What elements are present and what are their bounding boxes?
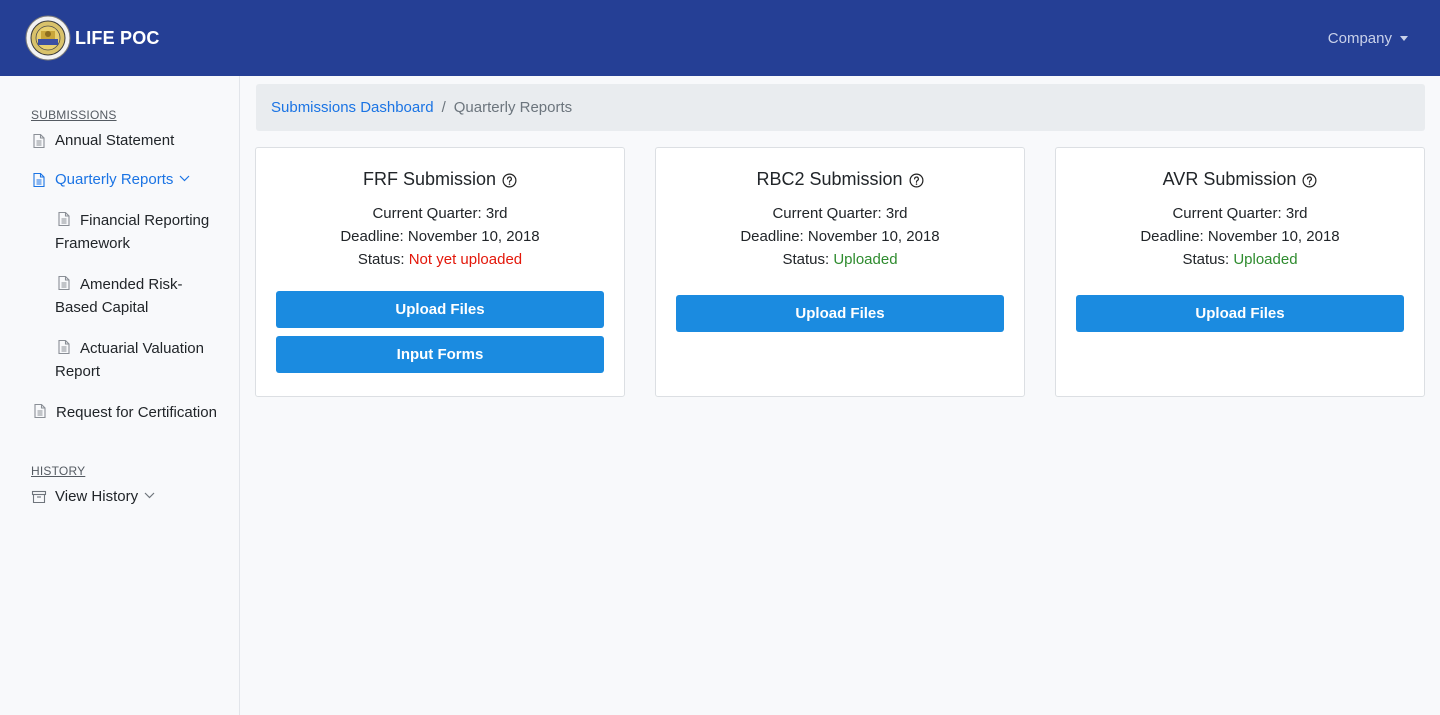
chevron-down-icon [144,492,155,499]
avr-submission-card: AVR Submission Current Quarter: 3rd Dead… [1055,147,1425,397]
submissions-heading: SUBMISSIONS [31,108,117,122]
deadline: Deadline: November 10, 2018 [340,228,540,245]
status-line: Status: Not yet uploaded [256,248,624,271]
document-icon [33,172,45,188]
card-title: RBC2 Submission [656,168,1024,190]
card-title: AVR Submission [1056,168,1424,190]
company-dropdown[interactable]: Company [1328,30,1408,47]
sidebar-item-text: Financial Reporting Framework [55,207,219,255]
status-badge: Uploaded [833,251,898,268]
sidebar-item-amended-risk-based-capital[interactable]: Amended Risk-Based Capital [0,271,239,319]
sidebar-item-label: View History [55,488,139,505]
rbc2-submission-card: RBC2 Submission Current Quarter: 3rd Dea… [655,147,1025,397]
breadcrumb-current: Quarterly Reports [453,99,573,116]
sidebar-item-label: Annual Statement [55,132,175,149]
document-icon [58,211,70,227]
brand-name: LIFE POC [75,27,160,48]
sidebar-item-text: Actuarial Valuation Report [55,335,219,383]
breadcrumb: Submissions Dashboard / Quarterly Report… [256,84,1425,131]
sidebar-item-label: Financial Reporting Framework [55,212,210,252]
sidebar-item-label: Actuarial Valuation Report [55,340,204,380]
document-icon [34,403,46,419]
breadcrumb-separator: / [441,99,446,116]
sidebar-item-label: Quarterly Reports [55,171,174,188]
chevron-down-icon [179,175,190,182]
upload-files-button[interactable]: Upload Files [676,295,1004,332]
document-icon [58,275,70,291]
sidebar-item-financial-reporting-framework[interactable]: Financial Reporting Framework [0,207,239,255]
card-title: FRF Submission [256,168,624,190]
top-navbar: LIFE POC Company [0,0,1440,76]
status-line: Status: Uploaded [1056,248,1424,271]
status-line: Status: Uploaded [656,248,1024,271]
sidebar: SUBMISSIONS Annual Statement Quarterly R… [0,76,240,715]
deadline: Deadline: November 10, 2018 [1140,228,1340,245]
status-badge: Not yet uploaded [408,251,523,268]
company-dropdown-label: Company [1327,29,1392,47]
question-circle-icon[interactable] [909,173,924,188]
sidebar-item-label: Amended Risk-Based Capital [55,276,183,316]
breadcrumb-link-submissions-dashboard[interactable]: Submissions Dashboard [271,99,434,116]
document-icon [33,133,45,149]
sidebar-item-actuarial-valuation-report[interactable]: Actuarial Valuation Report [0,335,239,383]
seal-logo-icon [25,15,71,61]
sidebar-item-text: Request for Certification [31,399,217,424]
frf-submission-card: FRF Submission Current Quarter: 3rd Dead… [255,147,625,397]
card-title-text: FRF Submission [362,169,497,189]
sidebar-item-view-history[interactable]: View History [0,485,239,508]
sidebar-item-quarterly-reports[interactable]: Quarterly Reports [0,168,239,191]
sidebar-item-text: Amended Risk-Based Capital [55,271,219,319]
upload-files-button[interactable]: Upload Files [1076,295,1404,332]
document-icon [58,339,70,355]
status-badge: Uploaded [1233,251,1298,268]
question-circle-icon[interactable] [502,173,517,188]
upload-files-button[interactable]: Upload Files [276,291,604,328]
current-quarter: Current Quarter: 3rd [772,205,908,222]
sidebar-item-annual-statement[interactable]: Annual Statement [0,129,239,152]
status-label: Status: [782,251,830,268]
sidebar-item-request-for-certification[interactable]: Request for Certification [0,399,239,424]
card-title-text: RBC2 Submission [756,169,903,189]
archive-box-icon [31,490,47,504]
current-quarter: Current Quarter: 3rd [372,205,508,222]
deadline: Deadline: November 10, 2018 [740,228,940,245]
brand[interactable]: LIFE POC [25,15,160,61]
history-heading: HISTORY [31,464,86,478]
status-label: Status: [1182,251,1230,268]
card-title-text: AVR Submission [1162,169,1297,189]
input-forms-button[interactable]: Input Forms [276,336,604,373]
sidebar-item-label: Request for Certification [56,404,217,421]
current-quarter: Current Quarter: 3rd [1172,205,1308,222]
status-label: Status: [357,251,405,268]
question-circle-icon[interactable] [1302,173,1317,188]
caret-down-icon [1400,36,1408,41]
